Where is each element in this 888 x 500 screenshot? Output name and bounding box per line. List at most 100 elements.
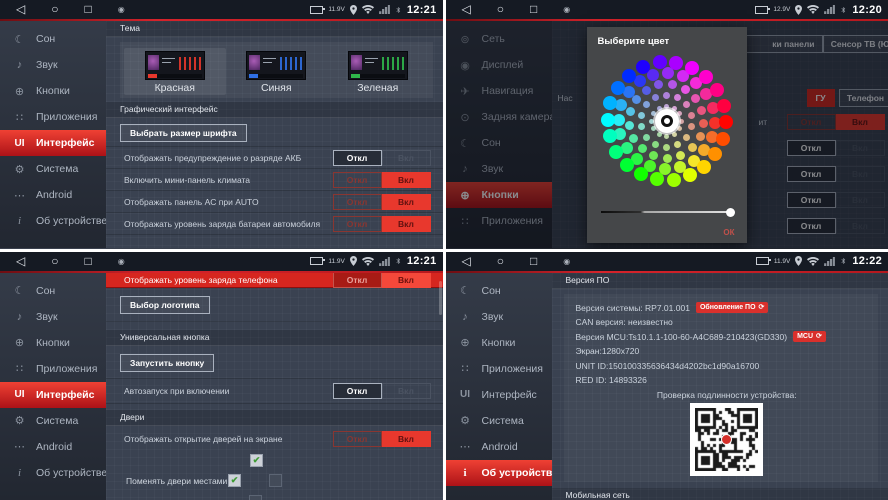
recents-button[interactable]: □ — [84, 0, 91, 19]
color-dot[interactable] — [688, 143, 697, 152]
color-dot[interactable] — [664, 104, 669, 109]
color-dot[interactable] — [697, 106, 706, 115]
sidebar-item-interface[interactable]: UIИнтерфейс — [0, 130, 106, 156]
sidebar-item-sound[interactable]: ♪Звук — [0, 52, 106, 78]
color-dot[interactable] — [668, 80, 677, 89]
color-dot[interactable] — [663, 144, 670, 151]
back-button[interactable]: ◁ — [462, 0, 471, 19]
color-dot[interactable] — [643, 134, 650, 141]
scrollbar-thumb[interactable] — [439, 281, 442, 315]
color-dot[interactable] — [649, 151, 658, 160]
home-button[interactable]: ○ — [497, 0, 504, 19]
toggle-on[interactable]: Вкл — [382, 150, 431, 166]
toggle-off[interactable]: Откл — [333, 216, 382, 232]
color-dot[interactable] — [699, 70, 713, 84]
mcu-badge[interactable]: MCU⟳ — [793, 331, 826, 342]
color-dot[interactable] — [683, 101, 690, 108]
toggle-ac-panel[interactable]: ОтклВкл — [333, 194, 431, 210]
color-dot[interactable] — [719, 115, 733, 129]
sidebar-item-system[interactable]: ⚙Система — [446, 408, 552, 434]
door-checkbox-left[interactable]: ✔ — [228, 474, 241, 487]
color-dot[interactable] — [697, 160, 711, 174]
sidebar-item-sleep[interactable]: ☾Сон — [0, 26, 106, 52]
toggle-off[interactable]: Откл — [333, 194, 382, 210]
toggle-climate-panel[interactable]: ОтклВкл — [333, 172, 431, 188]
sidebar-item-sleep[interactable]: ☾Сон — [446, 278, 552, 304]
color-dot[interactable] — [710, 83, 724, 97]
color-dot[interactable] — [634, 167, 648, 181]
color-dot[interactable] — [654, 80, 663, 89]
toggle-car-battery[interactable]: ОтклВкл — [333, 216, 431, 232]
color-dot[interactable] — [615, 99, 627, 111]
toggle-off[interactable]: Откл — [333, 273, 382, 288]
color-dot[interactable] — [683, 168, 697, 182]
sidebar-item-sleep[interactable]: ☾Сон — [0, 278, 106, 304]
sidebar-item-system[interactable]: ⚙Система — [0, 408, 106, 434]
color-dot[interactable] — [663, 154, 672, 163]
sidebar-item-about[interactable]: iОб устройстве — [446, 460, 552, 486]
toggle-on[interactable]: Вкл — [382, 431, 431, 447]
screenshot-icon[interactable]: ◉ — [118, 0, 125, 19]
sidebar-item-android[interactable]: ⋯Android — [0, 182, 106, 208]
theme-red[interactable]: Красная — [124, 48, 226, 95]
sidebar-item-sound[interactable]: ♪Звук — [0, 304, 106, 330]
color-dot[interactable] — [679, 119, 684, 124]
toggle-off[interactable]: Откл — [333, 383, 382, 399]
color-dot[interactable] — [691, 94, 700, 103]
color-dot[interactable] — [632, 95, 641, 104]
toggle-akb-warning[interactable]: ОтклВкл — [333, 150, 431, 166]
home-button[interactable]: ○ — [51, 0, 58, 19]
toggle-off[interactable]: Откл — [333, 172, 382, 188]
color-dot[interactable] — [629, 134, 638, 143]
color-dot[interactable] — [681, 85, 690, 94]
color-dot[interactable] — [685, 61, 699, 75]
color-dot[interactable] — [696, 132, 705, 141]
color-dot[interactable] — [676, 151, 685, 160]
screenshot-icon[interactable]: ◉ — [563, 252, 570, 271]
toggle-off[interactable]: Откл — [333, 150, 382, 166]
sidebar-item-system[interactable]: ⚙Система — [0, 156, 106, 182]
recents-button[interactable]: □ — [530, 252, 537, 271]
toggle-on[interactable]: Вкл — [382, 383, 431, 399]
sidebar-item-buttons[interactable]: ⊕Кнопки — [0, 78, 106, 104]
color-dot[interactable] — [688, 123, 695, 130]
font-size-button[interactable]: Выбрать размер шрифта — [120, 124, 247, 142]
sidebar-item-buttons[interactable]: ⊕Кнопки — [0, 330, 106, 356]
color-dot[interactable] — [638, 123, 645, 130]
home-button[interactable]: ○ — [497, 252, 504, 271]
sidebar-item-interface[interactable]: UIИнтерфейс — [446, 382, 552, 408]
run-button[interactable]: Запустить кнопку — [120, 354, 214, 372]
toggle-phone-charge[interactable]: ОтклВкл — [333, 273, 431, 288]
color-selector[interactable] — [655, 109, 679, 133]
color-dot[interactable] — [669, 56, 683, 70]
color-dot[interactable] — [674, 94, 681, 101]
sidebar-item-sound[interactable]: ♪Звук — [446, 304, 552, 330]
toggle-off[interactable]: Откл — [333, 431, 382, 447]
color-dot[interactable] — [716, 132, 730, 146]
ok-button[interactable]: ОК — [723, 228, 734, 237]
color-dot[interactable] — [601, 113, 615, 127]
sidebar-item-buttons[interactable]: ⊕Кнопки — [446, 330, 552, 356]
sidebar-item-android[interactable]: ⋯Android — [446, 434, 552, 460]
color-dot[interactable] — [649, 119, 654, 124]
color-dot[interactable] — [620, 158, 634, 172]
color-dot[interactable] — [622, 69, 636, 83]
back-button[interactable]: ◁ — [16, 0, 25, 19]
color-dot[interactable] — [652, 141, 659, 148]
toggle-on[interactable]: Вкл — [382, 273, 431, 288]
sidebar-item-android[interactable]: ⋯Android — [0, 434, 106, 460]
color-dot[interactable] — [699, 119, 708, 128]
color-dot[interactable] — [708, 147, 722, 161]
color-dot[interactable] — [652, 94, 659, 101]
color-dot[interactable] — [638, 112, 645, 119]
home-button[interactable]: ○ — [51, 252, 58, 271]
back-button[interactable]: ◁ — [462, 252, 471, 271]
toggle-on[interactable]: Вкл — [382, 216, 431, 232]
color-dot[interactable] — [636, 60, 650, 74]
screenshot-icon[interactable]: ◉ — [563, 0, 570, 19]
color-dot[interactable] — [653, 55, 667, 69]
color-dot[interactable] — [638, 144, 647, 153]
color-dot[interactable] — [717, 99, 731, 113]
color-dot[interactable] — [650, 172, 664, 186]
color-dot[interactable] — [657, 132, 662, 137]
